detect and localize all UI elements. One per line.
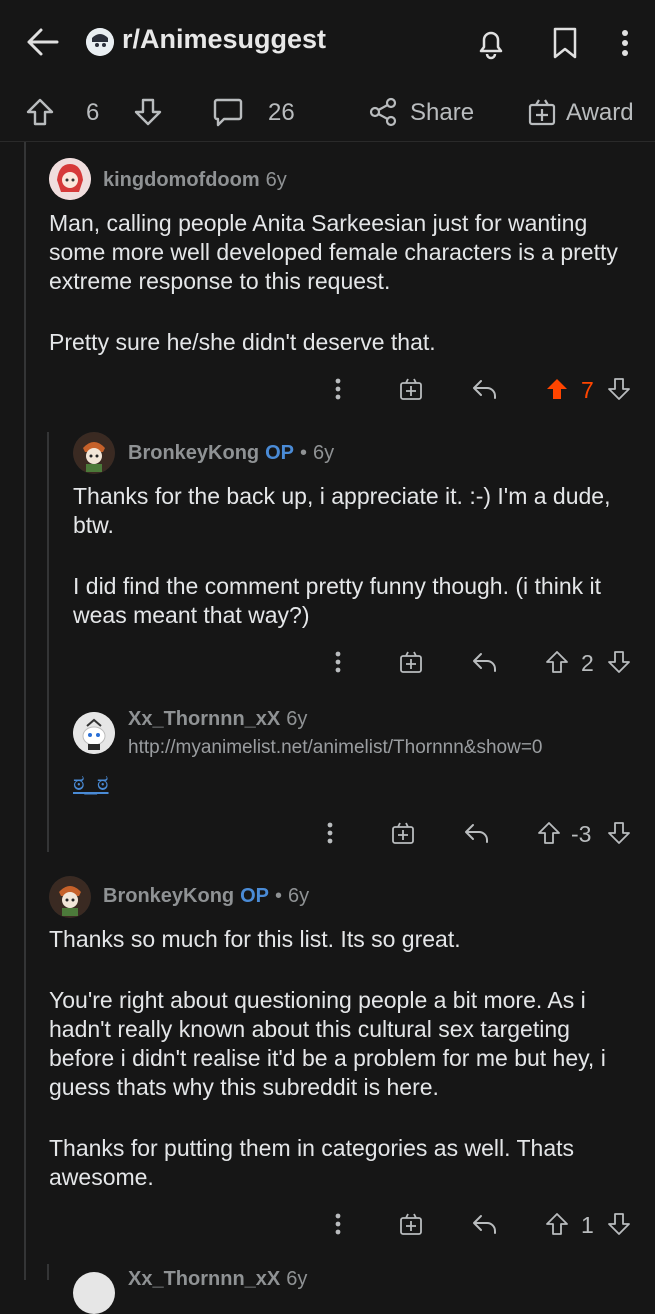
upvote-icon[interactable] [544,1208,570,1240]
bell-icon[interactable] [470,22,512,64]
upvote-icon[interactable] [22,94,58,130]
comment-header: BronkeyKong OP • 6y [128,442,334,465]
avatar[interactable] [49,876,91,918]
thread-line[interactable] [47,432,49,852]
more-options-icon[interactable] [330,373,346,405]
downvote-icon[interactable] [130,94,166,130]
more-options-icon[interactable] [330,646,346,678]
post-score: 6 [86,99,100,126]
award-icon[interactable] [390,817,416,849]
top-bar: r/Animesuggest [0,0,655,84]
comment-actions: -3 [312,813,640,853]
reply-icon[interactable] [470,373,498,405]
post-action-bar: 6 26 Share Award [0,84,655,142]
comment-header: kingdomofdoom 6y [103,169,287,192]
username[interactable]: kingdomofdoom [103,169,260,192]
downvote-icon[interactable] [606,646,632,678]
comment-paragraph: Thanks for putting them in categories as… [49,1135,575,1190]
comment-paragraph: Thanks so much for this list. Its so gre… [49,926,461,952]
username[interactable]: Xx_Thornnn_xX [128,708,280,731]
comment-count: 26 [268,99,295,126]
comment-paragraph: I did find the comment pretty funny thou… [73,573,602,628]
avatar[interactable] [49,158,91,200]
comment-header: BronkeyKong OP • 6y [103,885,309,908]
comment-body: Man, calling people Anita Sarkeesian jus… [49,209,639,389]
reply-icon[interactable] [462,817,490,849]
more-options-icon[interactable] [322,817,338,849]
username[interactable]: BronkeyKong [103,885,234,908]
award-icon[interactable] [524,94,560,130]
avatar[interactable] [73,432,115,474]
comment-body[interactable]: ಠ_ಠ [73,770,109,796]
share-label[interactable]: Share [410,99,474,127]
more-options-icon[interactable] [608,22,642,64]
thread-line[interactable] [24,142,26,1280]
more-options-icon[interactable] [330,1208,346,1240]
comment-paragraph: Man, calling people Anita Sarkeesian jus… [49,210,618,294]
comment-age: 6y [265,169,287,191]
subreddit-title[interactable]: r/Animesuggest [122,24,326,55]
award-icon[interactable] [398,373,424,405]
op-badge: OP [265,442,295,464]
op-badge: OP [240,885,270,907]
username[interactable]: BronkeyKong [128,442,259,465]
comment-actions: 2 [320,642,640,682]
upvote-icon[interactable] [544,646,570,678]
share-icon[interactable] [366,94,400,130]
user-flair: http://myanimelist.net/animelist/Thornnn… [128,737,543,758]
reply-icon[interactable] [470,1208,498,1240]
award-icon[interactable] [398,646,424,678]
downvote-icon[interactable] [606,817,632,849]
comment-paragraph: Thanks for the back up, i appreciate it.… [73,483,611,538]
thread-line[interactable] [47,1264,49,1280]
comment-body: Thanks for the back up, i appreciate it.… [73,482,643,662]
comment-header: Xx_Thornnn_xX 6y [128,708,307,731]
award-icon[interactable] [398,1208,424,1240]
comment-score: -3 [571,821,592,847]
comment-score: 7 [581,377,594,403]
comment-score: 2 [581,650,594,676]
downvote-icon[interactable] [606,1208,632,1240]
upvote-icon[interactable] [536,817,562,849]
downvote-icon[interactable] [606,373,632,405]
comment-icon[interactable] [210,94,246,130]
award-label[interactable]: Award [566,99,634,127]
bookmark-icon[interactable] [544,22,586,64]
separator-dot: • [300,442,308,464]
upvote-icon[interactable] [544,373,570,405]
comment-paragraph: Pretty sure he/she didn't deserve that. [49,329,436,355]
comment-age: 6y [286,708,308,730]
avatar[interactable] [73,712,115,754]
avatar[interactable] [73,1272,115,1314]
comment-body: Thanks so much for this list. Its so gre… [49,925,641,1224]
comment-score: 1 [581,1212,594,1238]
subreddit-avatar[interactable] [86,28,114,56]
comment-actions: 1 [320,1204,640,1244]
comment-paragraph: You're right about questioning people a … [49,987,606,1100]
comment-actions: 7 [320,369,640,409]
reply-icon[interactable] [470,646,498,678]
separator-dot: • [275,885,283,907]
comment-age: 6y [313,442,335,464]
comment-age: 6y [288,885,310,907]
back-arrow-icon[interactable] [22,22,62,62]
